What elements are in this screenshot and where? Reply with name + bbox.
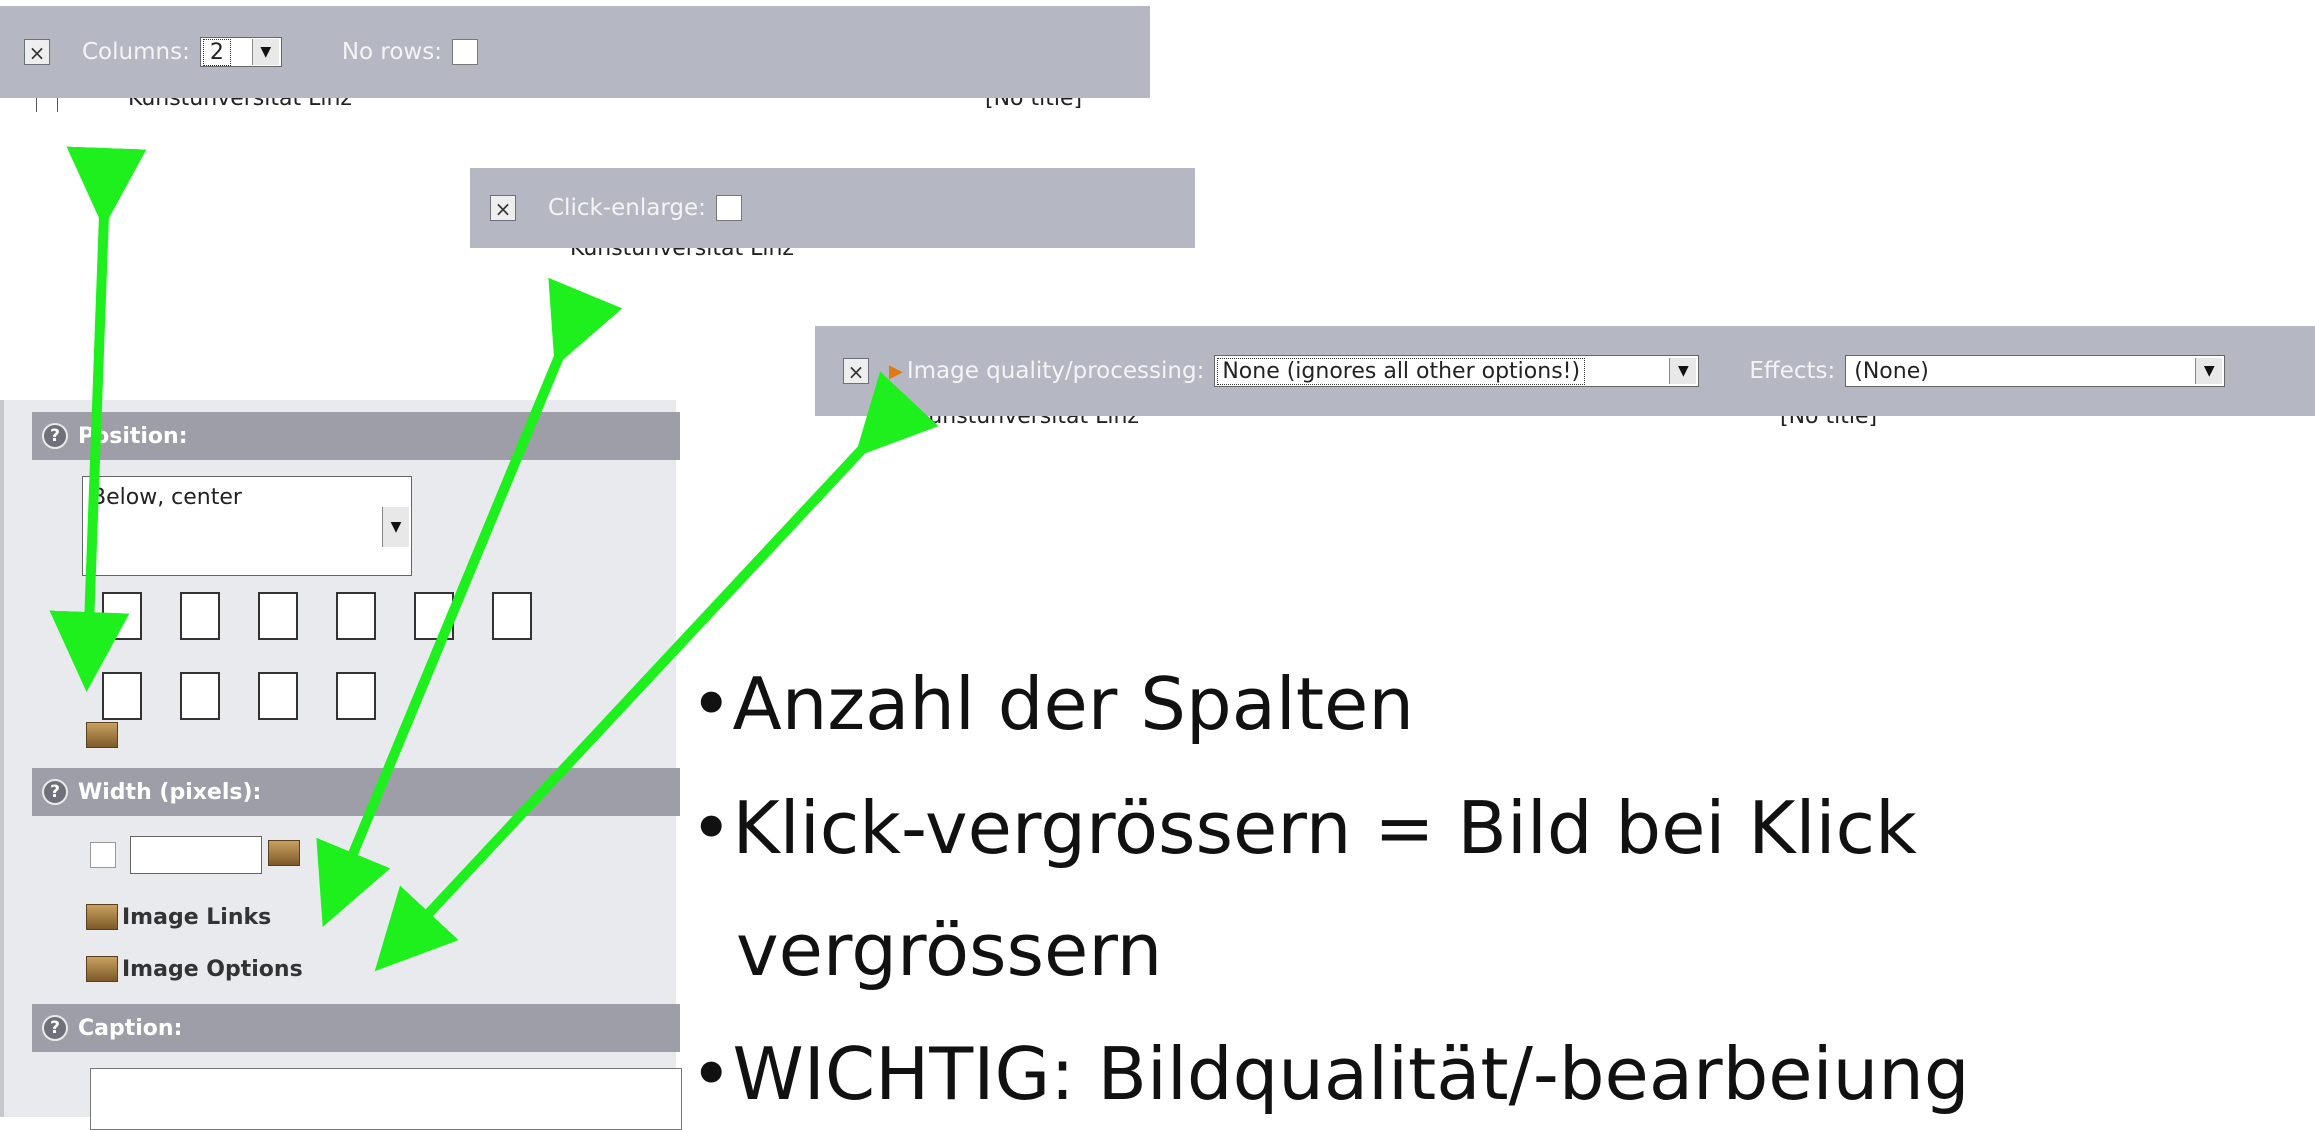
image-options-row[interactable]: Image Options <box>86 956 303 982</box>
image-settings-sidebar: ? Position: Below, center ▼ ? Width (pix… <box>0 400 682 1130</box>
position-intext-left-nowrap-icon[interactable] <box>180 672 220 720</box>
click-enlarge-panel: × Click-enlarge: Kunstunversität Linz <box>470 168 1195 260</box>
caption-section-header: ? Caption: <box>32 1004 680 1052</box>
width-checkbox[interactable] <box>90 842 116 868</box>
help-icon[interactable]: ? <box>42 779 68 805</box>
columns-select[interactable]: 2 ▼ <box>199 37 282 67</box>
image-quality-label: Image quality/processing: <box>906 358 1205 384</box>
page-icon <box>36 98 58 112</box>
bullet-click-enlarge: •Klick-vergrössern = Bild bei Klick <box>690 786 1917 870</box>
position-below-center-icon[interactable] <box>336 592 376 640</box>
bullet-columns: •Anzahl der Spalten <box>690 662 1414 746</box>
content-row: Kunstunversität Linz <box>470 248 1195 260</box>
row-text: Kunstunversität Linz <box>915 416 1139 429</box>
effects-value: (None) <box>1854 358 1929 384</box>
help-icon[interactable]: ? <box>42 1015 68 1041</box>
image-quality-toolbar: × ▶ Image quality/processing: None (igno… <box>815 326 2315 416</box>
expand-arrow-icon[interactable]: ▶ <box>889 361 903 382</box>
position-section-header: ? Position: <box>32 412 680 460</box>
edit-icon[interactable] <box>268 840 300 866</box>
dropdown-arrow-icon: ▼ <box>1669 358 1697 384</box>
position-below-left-icon[interactable] <box>492 592 532 640</box>
click-enlarge-toolbar: × Click-enlarge: <box>470 168 1195 248</box>
image-options-label: Image Options <box>122 956 303 982</box>
content-row: Kunstunversität Linz [No title] <box>0 98 1150 112</box>
position-above-right-icon[interactable] <box>180 592 220 640</box>
position-value: Below, center <box>91 485 242 510</box>
close-icon[interactable]: × <box>24 39 50 65</box>
position-intext-right-nowrap-icon[interactable] <box>102 672 142 720</box>
image-quality-select[interactable]: None (ignores all other options!) ▼ <box>1214 355 1700 387</box>
dropdown-arrow-icon: ▼ <box>382 507 409 547</box>
caption-textarea[interactable] <box>90 1068 682 1130</box>
help-icon[interactable]: ? <box>42 423 68 449</box>
position-label: Position: <box>78 423 188 449</box>
row-text: Kunstunversität Linz <box>570 248 794 260</box>
bullet-click-enlarge-cont: vergrössern <box>736 908 1163 992</box>
position-select[interactable]: Below, center ▼ <box>82 476 412 576</box>
image-quality-value: None (ignores all other options!) <box>1217 357 1586 385</box>
columns-toolbar: × Columns: 2 ▼ No rows: <box>0 6 1150 98</box>
bullet-image-quality: •WICHTIG: Bildqualität/-bearbeiung <box>690 1032 1970 1116</box>
click-enlarge-label: Click-enlarge: <box>548 195 706 221</box>
position-above-center-icon[interactable] <box>102 592 142 640</box>
close-icon[interactable]: × <box>490 195 516 221</box>
width-input[interactable] <box>130 836 262 874</box>
image-quality-panel: × ▶ Image quality/processing: None (igno… <box>815 326 2315 430</box>
dropdown-arrow-icon: ▼ <box>251 39 279 65</box>
caption-label: Caption: <box>78 1015 183 1041</box>
position-icons <box>102 592 562 742</box>
row-title: [No title] <box>1780 416 1878 429</box>
no-rows-checkbox[interactable] <box>451 39 478 65</box>
position-above-left-icon[interactable] <box>258 592 298 640</box>
position-intext-left-wrap-icon[interactable] <box>336 672 376 720</box>
no-rows-label: No rows: <box>341 39 442 65</box>
position-intext-right-wrap-icon[interactable] <box>258 672 298 720</box>
columns-value: 2 <box>202 38 231 66</box>
edit-icon <box>86 904 118 930</box>
image-links-label: Image Links <box>122 904 272 930</box>
click-enlarge-checkbox[interactable] <box>715 195 742 221</box>
columns-label: Columns: <box>82 39 190 65</box>
content-row: Kunstunversität Linz [No title] <box>815 416 2315 430</box>
row-title: [No title] <box>985 98 1083 111</box>
effects-label: Effects: <box>1749 358 1836 384</box>
columns-panel: × Columns: 2 ▼ No rows: Kunstunversität … <box>0 6 1150 112</box>
edit-icon <box>86 956 118 982</box>
close-icon[interactable]: × <box>843 358 869 384</box>
image-links-row[interactable]: Image Links <box>86 904 271 930</box>
width-label: Width (pixels): <box>78 779 262 805</box>
position-below-right-icon[interactable] <box>414 592 454 640</box>
dropdown-arrow-icon: ▼ <box>2195 358 2223 384</box>
effects-select[interactable]: (None) ▼ <box>1845 355 2226 387</box>
edit-icon[interactable] <box>86 722 118 748</box>
row-text: Kunstunversität Linz <box>128 98 352 111</box>
width-section-header: ? Width (pixels): <box>32 768 680 816</box>
